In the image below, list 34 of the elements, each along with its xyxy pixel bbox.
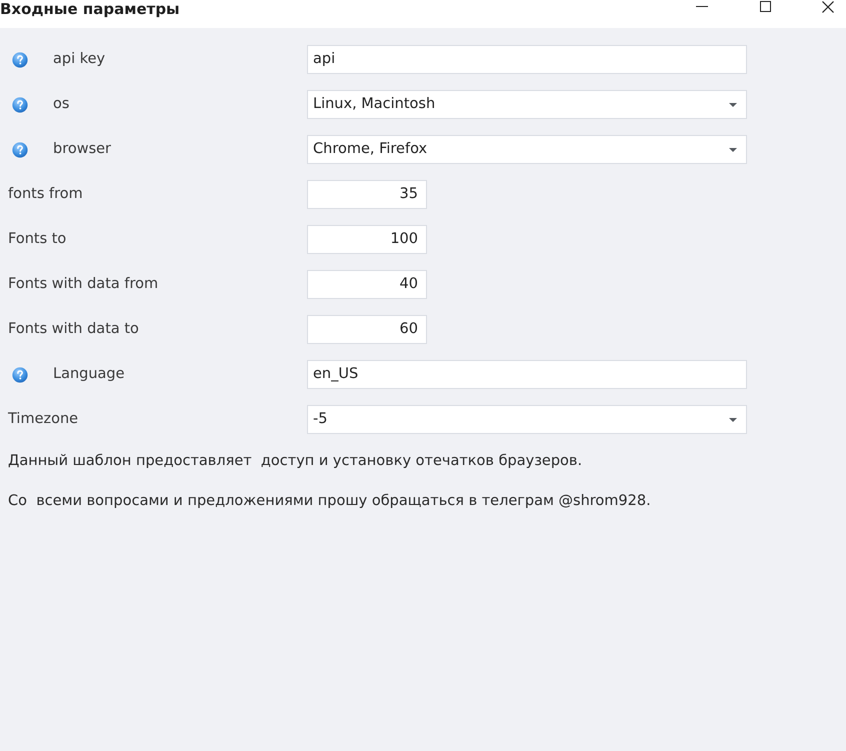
dropdown-value: Linux, Macintosh: [313, 94, 436, 114]
field-label: Timezone: [8, 410, 78, 429]
help-icon[interactable]: [12, 366, 28, 382]
field-label: os: [53, 94, 70, 114]
field-label: Fonts to: [8, 230, 66, 249]
window-title: Входные параметры: [0, 0, 180, 18]
dropdown-value: -5: [313, 410, 328, 429]
number-field[interactable]: 40: [307, 270, 427, 299]
text-field[interactable]: api: [307, 45, 747, 74]
dropdown-value: Chrome, Firefox: [313, 140, 428, 159]
minimize-icon: [696, 6, 708, 7]
field-label: Fonts with data to: [8, 320, 139, 339]
number-field[interactable]: 35: [307, 180, 427, 209]
field-label: api key: [53, 50, 106, 69]
caret-icon: [729, 418, 737, 422]
help-icon[interactable]: [12, 96, 28, 112]
help-icon[interactable]: [12, 142, 28, 158]
maximize-icon: [760, 1, 770, 12]
field-label: fonts from: [8, 184, 83, 204]
text-field[interactable]: en_US: [307, 360, 747, 389]
dropdown-field[interactable]: Chrome, Firefox: [307, 135, 747, 164]
dropdown-field[interactable]: Linux, Macintosh: [307, 90, 747, 119]
info-text: Данный шаблон предоставляет доступ и установку отечатков браузеров.: [8, 453, 584, 470]
caret-icon: [729, 102, 737, 106]
close-icon: [822, 0, 834, 12]
caret-icon: [729, 148, 737, 152]
dropdown-field[interactable]: -5: [307, 405, 747, 434]
field-label: browser: [53, 140, 112, 159]
help-icon[interactable]: [12, 52, 28, 68]
field-label: Language: [53, 364, 125, 384]
info-text: Со всеми вопросами и предложениями прошу обращаться в телеграм @shrom928.: [8, 493, 652, 510]
number-field[interactable]: 100: [307, 225, 427, 254]
field-label: Fonts with data from: [8, 274, 158, 294]
number-field[interactable]: 60: [307, 315, 427, 344]
